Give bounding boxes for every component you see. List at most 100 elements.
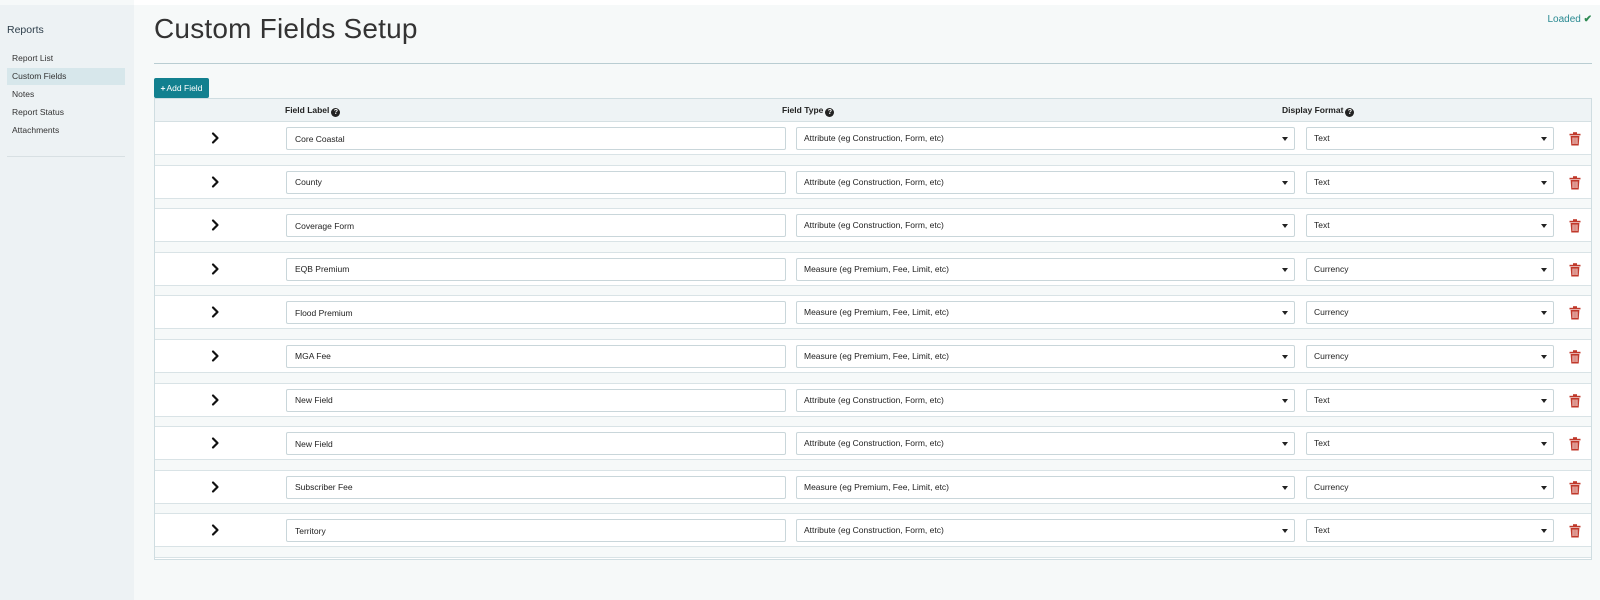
- sidebar-item-report-status[interactable]: Report Status: [7, 104, 125, 121]
- chevron-right-icon[interactable]: [207, 522, 223, 538]
- field-label-input[interactable]: [286, 519, 786, 543]
- row-band: Measure (eg Premium, Fee, Limit, etc) Cu…: [155, 252, 1591, 286]
- caret-down-icon: [1541, 180, 1547, 185]
- field-label-input[interactable]: [286, 257, 786, 281]
- row-spacer: [155, 155, 1591, 166]
- field-type-value: Measure (eg Premium, Fee, Limit, etc): [804, 307, 950, 318]
- caret-down-icon: [1282, 398, 1288, 403]
- row-spacer: [155, 416, 1591, 428]
- display-format-select[interactable]: Currency: [1306, 475, 1554, 499]
- field-type-value: Attribute (eg Construction, Form, etc): [804, 394, 944, 405]
- field-label-input[interactable]: [286, 388, 786, 412]
- display-format-value: Currency: [1314, 307, 1349, 318]
- row-spacer: [155, 198, 1591, 210]
- trash-icon[interactable]: [1569, 175, 1581, 190]
- field-type-select[interactable]: Measure (eg Premium, Fee, Limit, etc): [796, 475, 1295, 499]
- chevron-right-icon[interactable]: [207, 435, 223, 451]
- field-label-input[interactable]: [286, 170, 786, 194]
- caret-down-icon: [1282, 267, 1288, 272]
- display-format-select[interactable]: Text: [1306, 519, 1554, 543]
- table-row: Attribute (eg Construction, Form, etc) T…: [155, 383, 1591, 428]
- chevron-right-icon[interactable]: [207, 392, 223, 408]
- chevron-right-icon[interactable]: [207, 348, 223, 364]
- display-format-value: Text: [1314, 438, 1330, 449]
- caret-down-icon: [1541, 442, 1547, 447]
- display-format-select[interactable]: Text: [1306, 388, 1554, 412]
- question-circle-icon[interactable]: ?: [1345, 108, 1355, 117]
- row-band: Measure (eg Premium, Fee, Limit, etc) Cu…: [155, 296, 1591, 330]
- table-row: Measure (eg Premium, Fee, Limit, etc) Cu…: [155, 296, 1591, 340]
- trash-icon[interactable]: [1569, 524, 1581, 538]
- display-format-value: Text: [1314, 394, 1330, 405]
- trash-icon[interactable]: [1569, 132, 1581, 146]
- add-field-label: Add Field: [166, 83, 203, 93]
- sidebar-title: Reports: [7, 24, 44, 36]
- sidebar-item-notes[interactable]: Notes: [7, 86, 125, 103]
- column-header-display-format: Display Format?: [1282, 99, 1355, 122]
- display-format-select[interactable]: Currency: [1306, 344, 1554, 368]
- trash-icon[interactable]: [1569, 219, 1581, 233]
- field-type-select[interactable]: Measure (eg Premium, Fee, Limit, etc): [796, 257, 1295, 281]
- field-type-select[interactable]: Measure (eg Premium, Fee, Limit, etc): [796, 344, 1295, 368]
- field-type-select[interactable]: Attribute (eg Construction, Form, etc): [796, 388, 1295, 412]
- caret-down-icon: [1541, 354, 1547, 359]
- row-spacer: [155, 460, 1591, 471]
- field-type-select[interactable]: Attribute (eg Construction, Form, etc): [796, 170, 1295, 194]
- display-format-select[interactable]: Text: [1306, 127, 1554, 150]
- chevron-right-icon[interactable]: [207, 130, 223, 146]
- question-circle-icon[interactable]: ?: [825, 108, 835, 117]
- display-format-value: Text: [1314, 220, 1330, 231]
- field-type-value: Measure (eg Premium, Fee, Limit, etc): [804, 481, 950, 492]
- table-body: Attribute (eg Construction, Form, etc) T…: [155, 122, 1591, 558]
- trash-icon[interactable]: [1569, 480, 1581, 495]
- row-band: Measure (eg Premium, Fee, Limit, etc) Cu…: [155, 339, 1591, 373]
- chevron-right-icon[interactable]: [207, 217, 223, 233]
- field-type-select[interactable]: Attribute (eg Construction, Form, etc): [796, 519, 1295, 543]
- trash-icon[interactable]: [1569, 350, 1581, 364]
- row-spacer: [155, 285, 1591, 297]
- trash-icon[interactable]: [1569, 262, 1581, 277]
- check-icon: ✔: [1583, 14, 1592, 25]
- field-label-input[interactable]: [286, 301, 786, 325]
- display-format-select[interactable]: Currency: [1306, 257, 1554, 281]
- caret-down-icon: [1541, 137, 1547, 141]
- trash-icon[interactable]: [1569, 437, 1581, 451]
- caret-down-icon: [1282, 442, 1288, 447]
- field-type-select[interactable]: Attribute (eg Construction, Form, etc): [796, 127, 1295, 150]
- question-circle-icon[interactable]: ?: [331, 108, 341, 117]
- caret-down-icon: [1282, 224, 1288, 229]
- chevron-right-icon[interactable]: [207, 479, 223, 495]
- chevron-right-icon[interactable]: [207, 261, 223, 277]
- display-format-select[interactable]: Currency: [1306, 301, 1554, 325]
- row-spacer: [155, 372, 1591, 384]
- column-header-field-label: Field Label?: [285, 99, 341, 122]
- field-type-value: Attribute (eg Construction, Form, etc): [804, 133, 944, 143]
- field-label-input[interactable]: [286, 127, 786, 150]
- page-title: Custom Fields Setup: [154, 13, 418, 44]
- status-indicator: Loaded ✔: [1547, 14, 1592, 25]
- title-divider: [154, 63, 1592, 64]
- field-label-input[interactable]: [286, 432, 786, 456]
- sidebar-item-report-list[interactable]: Report List: [7, 50, 125, 67]
- field-type-select[interactable]: Attribute (eg Construction, Form, etc): [796, 214, 1295, 238]
- field-type-select[interactable]: Attribute (eg Construction, Form, etc): [796, 432, 1295, 456]
- sidebar: Reports Report List Custom Fields Notes …: [0, 5, 134, 600]
- field-label-input[interactable]: [286, 475, 786, 499]
- row-spacer: [155, 503, 1591, 515]
- table-row: Attribute (eg Construction, Form, etc) T…: [155, 122, 1591, 166]
- display-format-select[interactable]: Text: [1306, 214, 1554, 238]
- field-label-input[interactable]: [286, 344, 786, 368]
- chevron-right-icon[interactable]: [207, 174, 223, 190]
- trash-icon[interactable]: [1569, 306, 1581, 320]
- trash-icon[interactable]: [1569, 393, 1581, 408]
- field-type-select[interactable]: Measure (eg Premium, Fee, Limit, etc): [796, 301, 1295, 325]
- sidebar-item-custom-fields[interactable]: Custom Fields: [7, 68, 125, 85]
- field-label-input[interactable]: [286, 214, 786, 238]
- display-format-select[interactable]: Text: [1306, 170, 1554, 194]
- add-field-button[interactable]: + Add Field: [154, 78, 209, 98]
- row-band: Attribute (eg Construction, Form, etc) T…: [155, 427, 1591, 461]
- sidebar-item-attachments[interactable]: Attachments: [7, 122, 125, 139]
- display-format-select[interactable]: Text: [1306, 432, 1554, 456]
- chevron-right-icon[interactable]: [207, 304, 223, 320]
- table-row: Measure (eg Premium, Fee, Limit, etc) Cu…: [155, 339, 1591, 384]
